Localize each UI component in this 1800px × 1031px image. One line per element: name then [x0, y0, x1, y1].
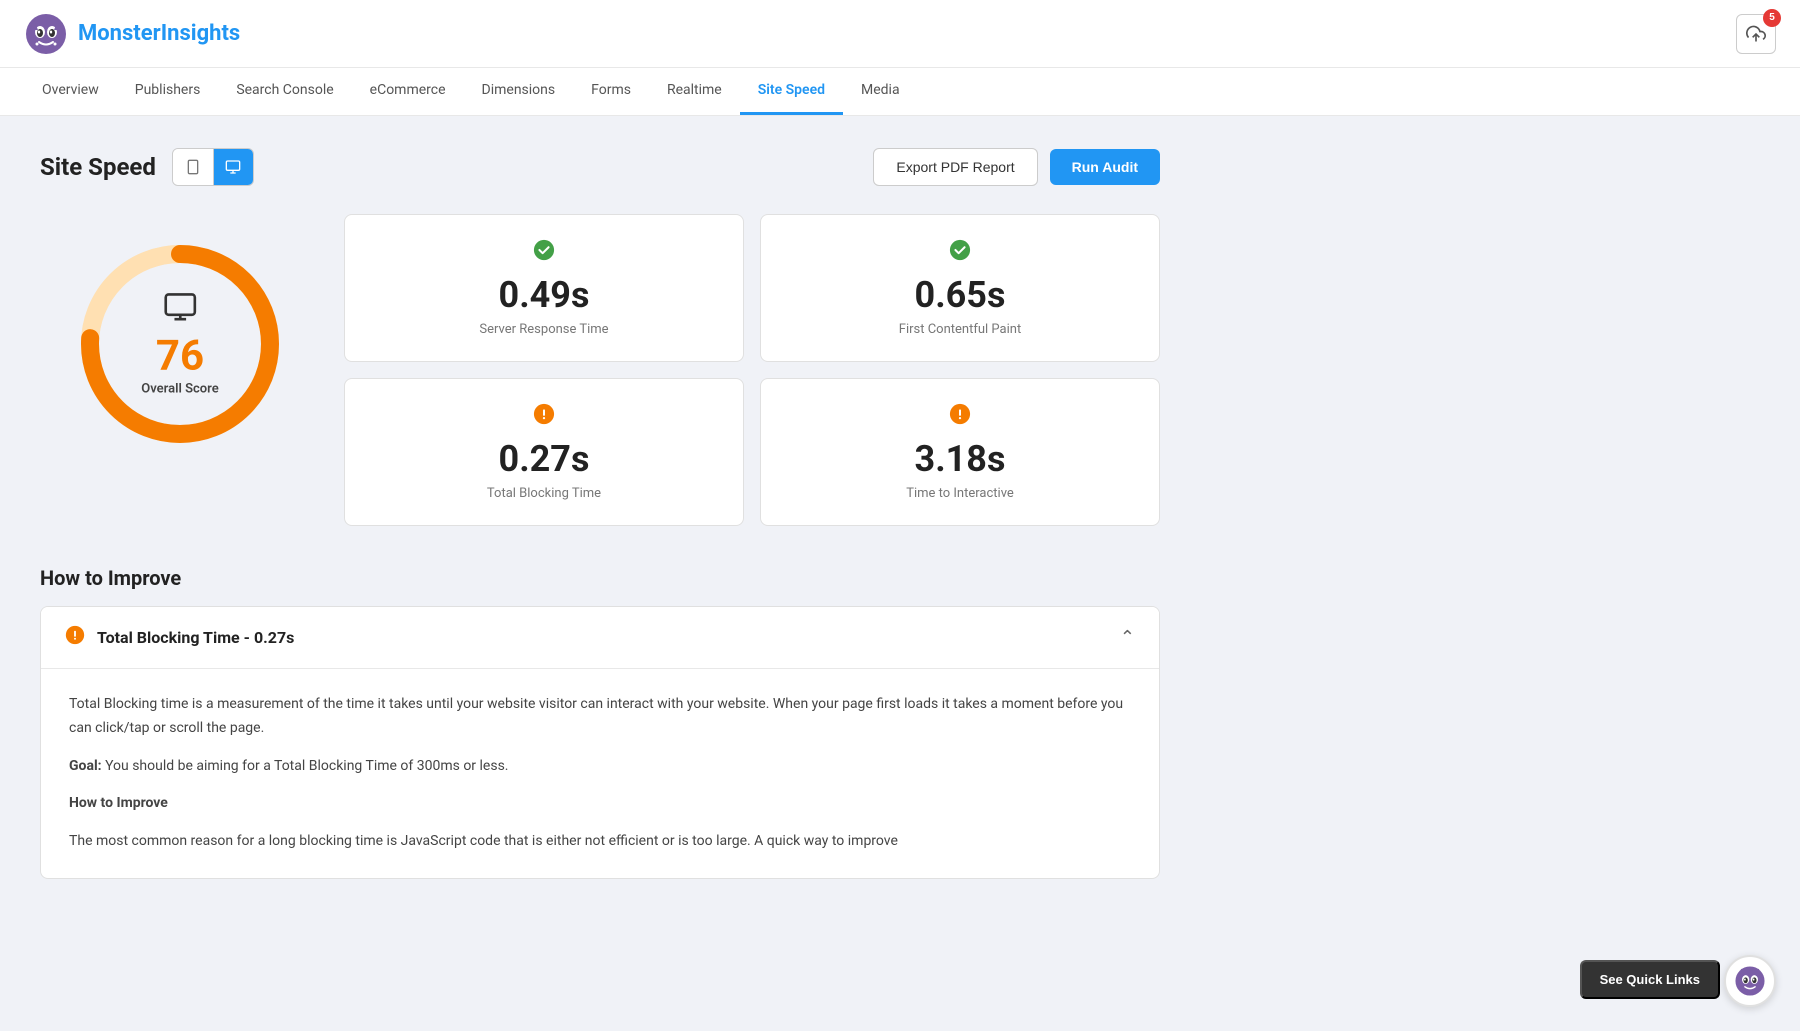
page-title: Site Speed: [40, 153, 156, 181]
logo-text-plain: Monster: [78, 21, 161, 46]
logo-text-accent: Insights: [161, 21, 241, 46]
metric-value-2: 0.27s: [365, 438, 723, 480]
donut-center: 76 Overall Score: [141, 292, 218, 397]
donut-monitor-icon: [141, 292, 218, 332]
nav-item-dimensions[interactable]: Dimensions: [464, 68, 574, 115]
nav-item-search-console[interactable]: Search Console: [218, 68, 351, 115]
metrics-grid: 0.49s Server Response Time 0.65s First C…: [344, 214, 1160, 526]
nav-item-site-speed[interactable]: Site Speed: [740, 68, 843, 115]
overall-score: 76: [141, 336, 218, 378]
page-header: Site Speed Export PDF Rep: [40, 148, 1160, 186]
metric-value-1: 0.65s: [781, 274, 1139, 316]
nav: Overview Publishers Search Console eComm…: [0, 68, 1800, 116]
overall-score-label: Overall Score: [141, 382, 218, 397]
accordion-header-left: Total Blocking Time - 0.27s: [65, 625, 294, 650]
main-content: Site Speed Export PDF Rep: [0, 116, 1200, 911]
header-right: 5: [1736, 14, 1776, 54]
donut-chart-container: 76 Overall Score: [40, 214, 320, 474]
device-desktop-btn[interactable]: [213, 149, 253, 185]
nav-item-ecommerce[interactable]: eCommerce: [352, 68, 464, 115]
quick-links-button[interactable]: See Quick Links: [1580, 960, 1720, 999]
metric-name-0: Server Response Time: [365, 322, 723, 337]
accordion-sub-title: How to Improve: [69, 792, 1131, 816]
metric-status-icon-0: [365, 239, 723, 266]
nav-item-publishers[interactable]: Publishers: [117, 68, 219, 115]
accordion-title: Total Blocking Time - 0.27s: [97, 628, 294, 647]
notification-icon: [1746, 24, 1766, 44]
metric-name-1: First Contentful Paint: [781, 322, 1139, 337]
improve-section-title: How to Improve: [40, 566, 1160, 590]
accordion-goal: Goal: You should be aiming for a Total B…: [69, 755, 1131, 779]
improve-section: How to Improve Total Blocking Time - 0.2…: [40, 566, 1160, 879]
scores-section: 76 Overall Score 0.49s Server Response T…: [40, 214, 1160, 526]
goal-label: Goal:: [69, 758, 102, 774]
metric-name-2: Total Blocking Time: [365, 486, 723, 501]
desktop-icon: [225, 159, 241, 175]
accordion-body: Total Blocking time is a measurement of …: [41, 668, 1159, 878]
run-audit-button[interactable]: Run Audit: [1050, 149, 1160, 185]
metric-value-3: 3.18s: [781, 438, 1139, 480]
notification-button[interactable]: 5: [1736, 14, 1776, 54]
metric-value-0: 0.49s: [365, 274, 723, 316]
metric-status-icon-3: [781, 403, 1139, 430]
logo-text: MonsterInsights: [78, 21, 240, 46]
nav-item-overview[interactable]: Overview: [24, 68, 117, 115]
nav-item-media[interactable]: Media: [843, 68, 918, 115]
accordion-p1: Total Blocking time is a measurement of …: [69, 693, 1131, 741]
metric-card-tti: 3.18s Time to Interactive: [760, 378, 1160, 526]
accordion-header[interactable]: Total Blocking Time - 0.27s ⌃: [41, 607, 1159, 668]
logo-area: MonsterInsights: [24, 12, 240, 56]
accordion-warn-icon: [65, 625, 85, 650]
goal-text: You should be aiming for a Total Blockin…: [102, 758, 509, 774]
device-toggle: [172, 148, 254, 186]
accordion-tbt: Total Blocking Time - 0.27s ⌃ Total Bloc…: [40, 606, 1160, 879]
metric-status-icon-2: [365, 403, 723, 430]
mobile-icon: [185, 159, 201, 175]
metric-card-fcp: 0.65s First Contentful Paint: [760, 214, 1160, 362]
accordion-chevron-icon: ⌃: [1120, 627, 1135, 648]
monster-fab-button[interactable]: [1724, 955, 1776, 1007]
metric-name-3: Time to Interactive: [781, 486, 1139, 501]
metric-card-server-response: 0.49s Server Response Time: [344, 214, 744, 362]
header: MonsterInsights 5: [0, 0, 1800, 68]
header-actions: Export PDF Report Run Audit: [873, 148, 1160, 186]
accordion-p3: The most common reason for a long blocki…: [69, 830, 1131, 854]
device-mobile-btn[interactable]: [173, 149, 213, 185]
export-pdf-button[interactable]: Export PDF Report: [873, 148, 1037, 186]
donut-chart: 76 Overall Score: [70, 234, 290, 454]
metric-status-icon-1: [781, 239, 1139, 266]
nav-item-realtime[interactable]: Realtime: [649, 68, 740, 115]
notification-badge: 5: [1763, 9, 1781, 27]
logo-icon: [24, 12, 68, 56]
nav-item-forms[interactable]: Forms: [573, 68, 649, 115]
metric-card-tbt: 0.27s Total Blocking Time: [344, 378, 744, 526]
page-title-area: Site Speed: [40, 148, 254, 186]
